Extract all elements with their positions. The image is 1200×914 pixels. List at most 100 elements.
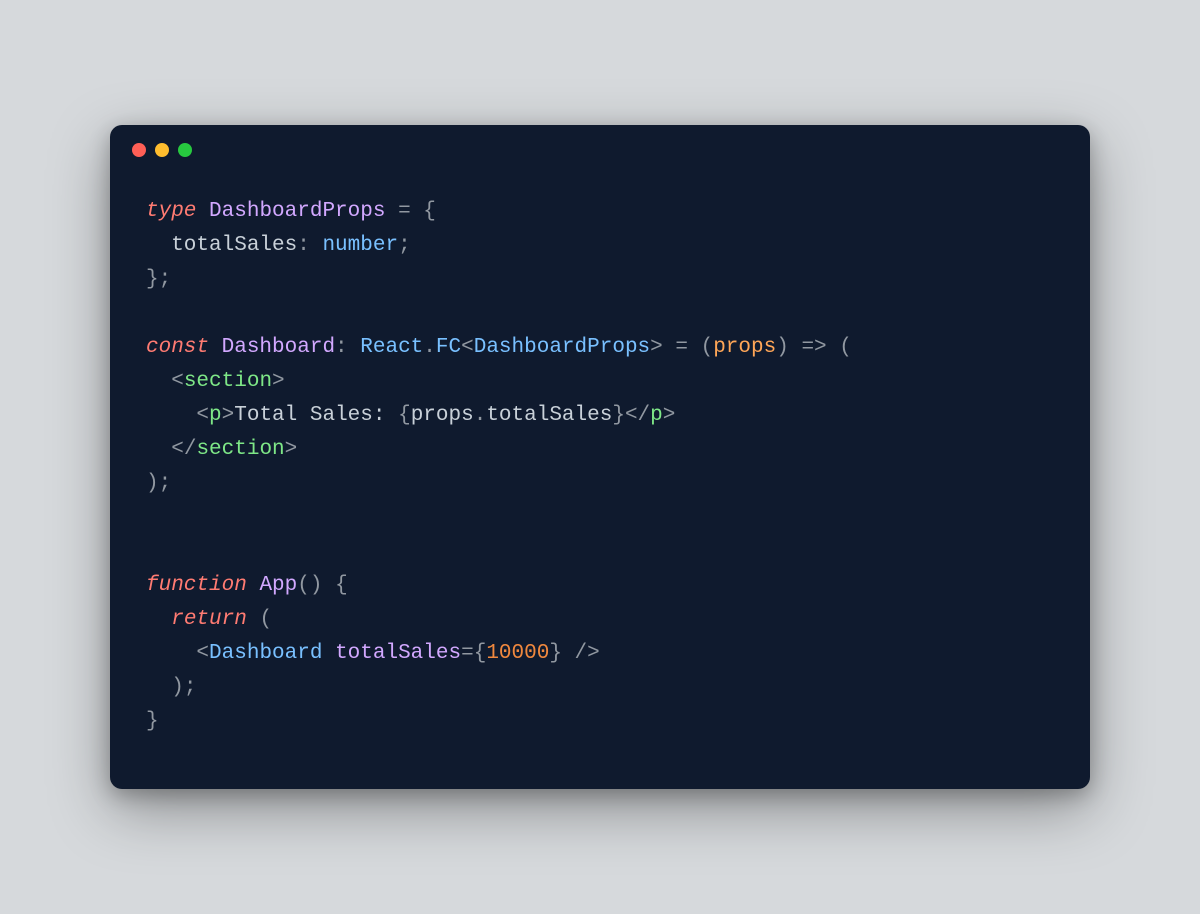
code-token [247,608,260,631]
code-token: props [411,404,474,427]
code-line: </section> [146,433,1054,467]
code-line: <section> [146,365,1054,399]
code-token [411,200,424,223]
code-token: { [474,642,487,665]
code-token: </ [171,438,196,461]
code-token: DashboardProps [474,336,650,359]
code-token: : [335,336,348,359]
code-token: ( [839,336,852,359]
code-token: } [146,710,159,733]
code-token: Dashboard [222,336,335,359]
code-token: { [398,404,411,427]
code-token: ) [171,676,184,699]
code-token: { [335,574,348,597]
code-token [146,438,171,461]
code-token: Total Sales: [234,404,398,427]
code-token [663,336,676,359]
code-token: } [612,404,625,427]
code-line: const Dashboard: React.FC<DashboardProps… [146,331,1054,365]
code-token [146,404,196,427]
code-token: > [650,336,663,359]
code-token: DashboardProps [209,200,385,223]
code-token: = [461,642,474,665]
code-token: ( [259,608,272,631]
code-line: <p>Total Sales: {props.totalSales}</p> [146,399,1054,433]
code-token: > [663,404,676,427]
code-token: Dashboard [209,642,322,665]
code-token [789,336,802,359]
code-token: . [423,336,436,359]
code-token: = [398,200,411,223]
code-line [146,501,1054,535]
code-token: } [146,268,159,291]
code-line: totalSales: number; [146,229,1054,263]
code-token: ) [146,472,159,495]
code-token: totalSales [335,642,461,665]
code-token [196,200,209,223]
code-block[interactable]: type DashboardProps = { totalSales: numb… [110,175,1090,789]
code-line: } [146,705,1054,739]
code-token [688,336,701,359]
code-token: ; [398,234,411,257]
code-token: < [461,336,474,359]
code-line: type DashboardProps = { [146,195,1054,229]
code-token [385,200,398,223]
code-line: ); [146,467,1054,501]
code-token: < [196,404,209,427]
code-token [146,642,196,665]
code-token: > [222,404,235,427]
code-token [247,574,260,597]
code-token: ; [159,472,172,495]
code-token: > [285,438,298,461]
code-token: React [360,336,423,359]
code-token: < [196,642,209,665]
code-token: totalSales [146,234,297,257]
code-window: type DashboardProps = { totalSales: numb… [110,125,1090,789]
code-token: number [322,234,398,257]
code-token: totalSales [486,404,612,427]
code-token: /> [575,642,600,665]
page-background: type DashboardProps = { totalSales: numb… [0,0,1200,914]
code-token [146,676,171,699]
code-token [322,574,335,597]
code-token: function [146,574,247,597]
code-token: props [713,336,776,359]
code-line: ); [146,671,1054,705]
code-token: > [272,370,285,393]
code-token: < [171,370,184,393]
code-line [146,297,1054,331]
code-token: type [146,200,196,223]
code-token: ; [184,676,197,699]
code-token: return [171,608,247,631]
code-token: . [474,404,487,427]
code-token [562,642,575,665]
code-token: p [650,404,663,427]
code-token: 10000 [486,642,549,665]
code-token: } [549,642,562,665]
minimize-icon[interactable] [155,143,169,157]
code-line: }; [146,263,1054,297]
code-line: function App() { [146,569,1054,603]
code-token [827,336,840,359]
code-token [146,370,171,393]
code-token [348,336,361,359]
code-token [310,234,323,257]
code-line [146,535,1054,569]
code-token: </ [625,404,650,427]
code-token [209,336,222,359]
code-token: const [146,336,209,359]
code-token: ( [701,336,714,359]
code-line: return ( [146,603,1054,637]
code-token: ) [776,336,789,359]
code-token: p [209,404,222,427]
code-token: section [184,370,272,393]
code-token: section [196,438,284,461]
code-token [322,642,335,665]
code-token: App [259,574,297,597]
code-token [146,608,171,631]
code-token: { [423,200,436,223]
code-token: : [297,234,310,257]
close-icon[interactable] [132,143,146,157]
window-titlebar [110,125,1090,175]
zoom-icon[interactable] [178,143,192,157]
